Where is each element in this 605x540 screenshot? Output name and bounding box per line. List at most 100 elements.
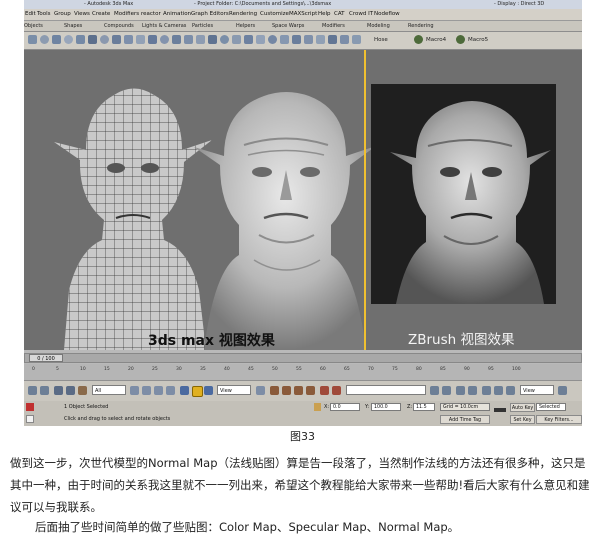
macro4-icon[interactable] xyxy=(414,35,423,44)
align-icon[interactable] xyxy=(332,386,341,395)
add-time-tag-button[interactable]: Add Time Tag xyxy=(440,415,490,424)
quick-render-icon[interactable] xyxy=(506,386,515,395)
render-setup-icon[interactable] xyxy=(482,386,491,395)
z-coordinate-field[interactable]: 11.5 xyxy=(413,403,435,411)
menu-create[interactable]: Create xyxy=(92,11,110,17)
hose-icon[interactable] xyxy=(292,35,301,44)
tab-modifiers[interactable]: Modifiers xyxy=(322,23,345,29)
link-icon[interactable] xyxy=(54,386,63,395)
menu-reactor[interactable]: reactor xyxy=(141,11,161,17)
tab-lights-cameras[interactable]: Lights & Cameras xyxy=(142,23,186,29)
schematic-view-icon[interactable] xyxy=(456,386,465,395)
tab-shapes[interactable]: Shapes xyxy=(64,23,82,29)
box-array-icon[interactable] xyxy=(304,35,313,44)
menu-modifiers[interactable]: Modifiers xyxy=(114,11,139,17)
menu-customize[interactable]: Customize xyxy=(260,11,289,17)
macro5-label[interactable]: Macro5 xyxy=(468,37,488,43)
curve-editor-icon[interactable] xyxy=(442,386,451,395)
cylinder-icon[interactable] xyxy=(52,35,61,44)
rectangular-selection-icon[interactable] xyxy=(154,386,163,395)
cone-icon[interactable] xyxy=(88,35,97,44)
unlink-icon[interactable] xyxy=(66,386,75,395)
tab-helpers[interactable]: Helpers xyxy=(236,23,255,29)
menu-crowd-it[interactable]: Crowd IT xyxy=(349,11,373,17)
time-slider[interactable]: 0 / 100 0 5 10 15 20 25 30 35 40 45 50 5… xyxy=(24,350,582,380)
macro5-icon[interactable] xyxy=(456,35,465,44)
tab-rendering[interactable]: Rendering xyxy=(408,23,434,29)
oiltank-icon[interactable] xyxy=(172,35,181,44)
torus-icon[interactable] xyxy=(64,35,73,44)
named-selection-dropdown[interactable] xyxy=(346,385,426,395)
set-key-button[interactable]: Set Key xyxy=(510,415,535,424)
menu-maxscript[interactable]: MAXScript xyxy=(289,11,317,17)
render-view-dropdown[interactable]: View xyxy=(520,385,554,395)
perspective-viewport[interactable]: Objects Polys: 0 Verts: 0 FPS: 0 xyxy=(24,50,582,350)
window-crossing-icon[interactable] xyxy=(166,386,175,395)
teapot-icon[interactable] xyxy=(76,35,85,44)
chamferbox-icon[interactable] xyxy=(160,35,169,44)
cext-icon[interactable] xyxy=(244,35,253,44)
material-editor-icon[interactable] xyxy=(468,386,477,395)
menu-cat[interactable]: CAT xyxy=(334,11,345,17)
x-coordinate-field[interactable]: 0.0 xyxy=(330,403,360,411)
render-production-icon[interactable] xyxy=(558,386,567,395)
snap-icon[interactable] xyxy=(270,386,279,395)
key-filters-button[interactable]: Key Filters... xyxy=(536,415,582,424)
macro4-label[interactable]: Macro4 xyxy=(426,37,446,43)
time-slider-track[interactable]: 0 / 100 xyxy=(24,353,582,363)
scale-icon[interactable] xyxy=(204,386,213,395)
tab-compounds[interactable]: Compounds xyxy=(104,23,134,29)
geosphere-icon[interactable] xyxy=(100,35,109,44)
select-by-name-icon[interactable] xyxy=(142,386,151,395)
gengon-icon[interactable] xyxy=(196,35,205,44)
pivot-center-icon[interactable] xyxy=(256,386,265,395)
hedra-icon[interactable] xyxy=(148,35,157,44)
capsule-icon[interactable] xyxy=(220,35,229,44)
ringwave-icon[interactable] xyxy=(256,35,265,44)
mirror-icon[interactable] xyxy=(320,386,329,395)
menu-tools[interactable]: Tools xyxy=(37,11,51,17)
selected-dropdown[interactable]: Selected xyxy=(536,403,566,411)
box-icon[interactable] xyxy=(28,35,37,44)
layer-manager-icon[interactable] xyxy=(430,386,439,395)
menu-group[interactable]: Group xyxy=(54,11,71,17)
y-coordinate-field[interactable]: 100.0 xyxy=(371,403,401,411)
menu-nodeflow[interactable]: Nodeflow xyxy=(374,11,400,17)
spindle-icon[interactable] xyxy=(184,35,193,44)
tab-modeling[interactable]: Modeling xyxy=(367,23,390,29)
rotate-icon[interactable] xyxy=(192,386,203,397)
pyramid-icon[interactable] xyxy=(124,35,133,44)
key-icon[interactable] xyxy=(494,408,506,412)
sphere-icon[interactable] xyxy=(40,35,49,44)
menu-rendering[interactable]: Rendering xyxy=(229,11,257,17)
plane-icon[interactable] xyxy=(136,35,145,44)
chamfer-cyl-icon[interactable] xyxy=(280,35,289,44)
maxscript-mini-listener[interactable] xyxy=(26,415,34,423)
undo-icon[interactable] xyxy=(28,386,37,395)
menu-help[interactable]: Help xyxy=(318,11,331,17)
auto-key-button[interactable]: Auto Key xyxy=(510,403,535,412)
nurbs-icon[interactable] xyxy=(340,35,349,44)
mesh-icon[interactable] xyxy=(316,35,325,44)
lext-icon[interactable] xyxy=(232,35,241,44)
percent-snap-icon[interactable] xyxy=(294,386,303,395)
tab-particles[interactable]: Particles xyxy=(192,23,213,29)
torus-knot-icon[interactable] xyxy=(268,35,277,44)
time-slider-handle[interactable]: 0 / 100 xyxy=(29,354,63,362)
angle-snap-icon[interactable] xyxy=(282,386,291,395)
select-object-icon[interactable] xyxy=(130,386,139,395)
menu-graph-editors[interactable]: Graph Editors xyxy=(191,11,229,17)
maxscript-listener-icon[interactable] xyxy=(26,403,34,411)
menu-views[interactable]: Views xyxy=(74,11,90,17)
tab-objects[interactable]: Objects xyxy=(24,23,43,29)
menu-animation[interactable]: Animation xyxy=(163,11,191,17)
redo-icon[interactable] xyxy=(40,386,49,395)
tube-icon[interactable] xyxy=(112,35,121,44)
render-frame-icon[interactable] xyxy=(494,386,503,395)
bind-spacewarp-icon[interactable] xyxy=(78,386,87,395)
reference-coordinate-dropdown[interactable]: View xyxy=(217,385,251,395)
tab-space-warps[interactable]: Space Warps xyxy=(272,23,304,29)
lock-selection-icon[interactable] xyxy=(314,403,321,411)
spinner-snap-icon[interactable] xyxy=(306,386,315,395)
prism-icon[interactable] xyxy=(208,35,217,44)
